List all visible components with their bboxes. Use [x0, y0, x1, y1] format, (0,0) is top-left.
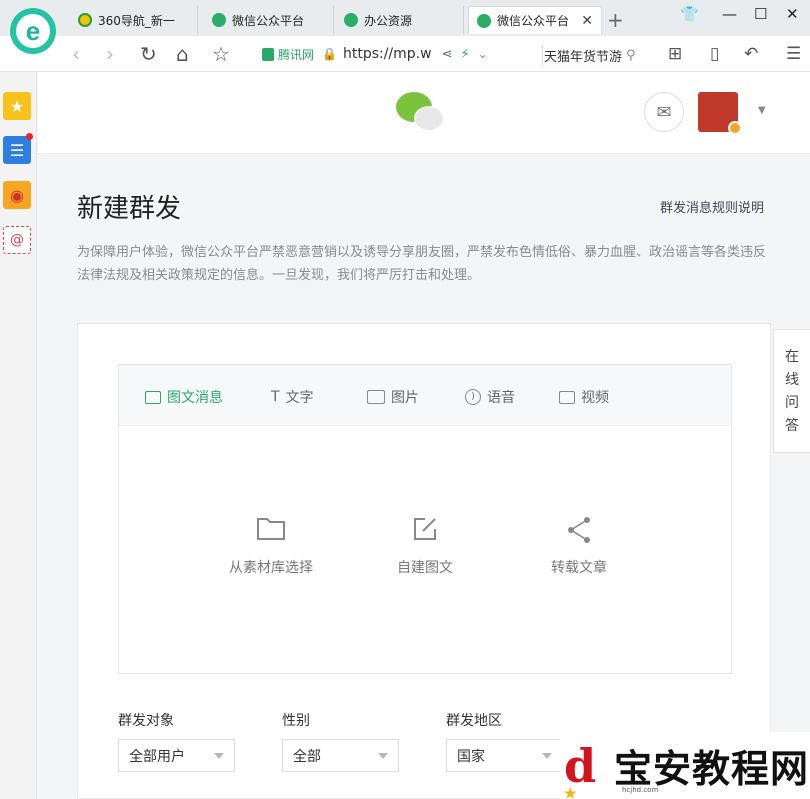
tab-office-resources[interactable]: 办公资源 [336, 6, 464, 34]
search-input[interactable]: 天猫年货节游 ⚲ [542, 44, 642, 66]
page-header: ✉ ▼ [38, 72, 810, 154]
tab-image[interactable]: 图片 [367, 387, 419, 407]
account-dropdown-icon[interactable]: ▼ [758, 105, 766, 116]
voice-icon: ) [465, 389, 481, 405]
close-window-icon[interactable]: ✕ [786, 5, 799, 23]
email-icon[interactable]: @ [3, 226, 31, 254]
wechat-icon [212, 13, 226, 27]
home-icon[interactable]: ⌂ [176, 42, 189, 66]
select-from-library-button[interactable]: 从素材库选择 [211, 515, 331, 577]
text-icon: T [271, 389, 280, 405]
message-icon[interactable]: ✉ [644, 92, 684, 132]
news-feed-icon[interactable]: ☰ [3, 133, 33, 164]
bolt-icon[interactable]: ⚡ [460, 47, 469, 62]
wechat-icon [344, 13, 358, 27]
tab-video[interactable]: 视频 [559, 387, 609, 407]
weibo-icon[interactable]: ◉ [3, 181, 31, 209]
search-icon[interactable]: ⚲ [626, 48, 636, 63]
verified-icon [728, 121, 742, 135]
target-label: 群发对象 [118, 713, 174, 729]
gender-select[interactable]: 全部 [282, 739, 399, 772]
tab-label: 微信公众平台 [497, 14, 570, 28]
folder-icon [256, 515, 286, 543]
video-icon [559, 390, 575, 404]
message-type-tabs: 图文消息 T 文字 图片 ) 语音 视频 [119, 365, 731, 426]
maximize-icon[interactable]: ☐ [754, 5, 767, 23]
chevron-down-icon[interactable]: ⌄ [478, 47, 488, 61]
tab-news[interactable]: 图文消息 [145, 387, 223, 407]
new-tab-button[interactable]: + [607, 8, 624, 32]
news-icon [145, 390, 161, 404]
undo-icon[interactable]: ↶ [744, 42, 758, 66]
gender-label: 性别 [282, 713, 310, 729]
mass-send-card: 图文消息 T 文字 图片 ) 语音 视频 从素材库选择 自建图文 转载文章 群发… [77, 323, 771, 799]
back-icon[interactable]: ‹ [72, 42, 80, 66]
region-select[interactable]: 国家 [446, 739, 563, 772]
share-icon[interactable]: ⋖ [442, 47, 453, 62]
tab-wechat-mp-active[interactable]: 微信公众平台 ✕ [468, 6, 602, 34]
message-editor: 图文消息 T 文字 图片 ) 语音 视频 从素材库选择 自建图文 转载文章 [118, 364, 732, 674]
browser-tab-bar: 360导航_新一 微信公众平台 办公资源 微信公众平台 ✕ + 👕 — ☐ ✕ [0, 0, 810, 36]
site-badge: 腾讯网 [262, 46, 314, 63]
favorites-icon[interactable]: ★ [3, 92, 31, 120]
wechat-icon [477, 13, 491, 28]
tab-360-nav[interactable]: 360导航_新一 [70, 6, 198, 34]
edit-icon [410, 515, 440, 543]
apps-grid-icon[interactable]: ⊞ [668, 42, 682, 66]
image-icon [367, 390, 385, 404]
browser-toolbar: ‹ › ↻ ⌂ ☆ 腾讯网 🔒 https://mp.w ⋖ ⚡ ⌄ 天猫年货节… [0, 36, 810, 72]
browser-sidebar: ★ ☰ ◉ @ [0, 72, 37, 799]
tab-wechat-mp-1[interactable]: 微信公众平台 [204, 6, 334, 34]
avatar[interactable] [698, 92, 742, 135]
page-title: 新建群发 [77, 194, 182, 224]
minimize-icon[interactable]: — [722, 5, 737, 23]
watermark: d ★ 宝安教程网 hcjhd.com [560, 732, 810, 799]
lock-icon: 🔒 [322, 47, 337, 61]
refresh-icon[interactable]: ↻ [140, 42, 157, 66]
repost-article-button[interactable]: 转载文章 [519, 515, 639, 577]
menu-icon[interactable]: ☰ [786, 42, 801, 66]
region-label: 群发地区 [446, 713, 502, 729]
watermark-logo: d ★ [564, 738, 597, 799]
tab-text[interactable]: T 文字 [271, 387, 314, 407]
watermark-url: hcjhd.com [622, 786, 659, 794]
browser-logo-icon[interactable]: e [10, 8, 56, 54]
tab-voice[interactable]: ) 语音 [465, 387, 515, 407]
mobile-icon[interactable]: ▯ [710, 42, 719, 66]
url-text: https://mp.w [342, 46, 432, 62]
360-nav-icon [78, 13, 92, 27]
close-tab-icon[interactable]: ✕ [581, 13, 593, 29]
watermark-text: 宝安教程网 [614, 746, 810, 791]
notification-dot [26, 133, 33, 140]
shield-icon [262, 47, 274, 61]
share-icon [564, 515, 594, 543]
tab-label: 办公资源 [364, 13, 413, 28]
skin-icon[interactable]: 👕 [680, 5, 699, 23]
bookmark-star-icon[interactable]: ☆ [212, 42, 230, 66]
rules-link[interactable]: 群发消息规则说明 [660, 197, 764, 216]
policy-notice: 为保障用户体验，微信公众平台严禁恶意营销以及诱导分享朋友圈，严禁发布色情低俗、暴… [77, 245, 767, 283]
address-bar[interactable]: 腾讯网 🔒 https://mp.w ⋖ ⚡ ⌄ [262, 41, 532, 67]
caret-down-icon [542, 753, 552, 759]
online-qa-button[interactable]: 在 线 问 答 [773, 329, 810, 453]
tab-label: 微信公众平台 [232, 13, 305, 28]
wechat-logo-icon[interactable] [396, 92, 448, 132]
target-select[interactable]: 全部用户 [118, 739, 235, 772]
caret-down-icon [214, 753, 224, 759]
tab-label: 360导航_新一 [98, 13, 175, 28]
create-article-button[interactable]: 自建图文 [365, 515, 485, 577]
forward-icon[interactable]: › [106, 42, 114, 66]
caret-down-icon [378, 753, 388, 759]
